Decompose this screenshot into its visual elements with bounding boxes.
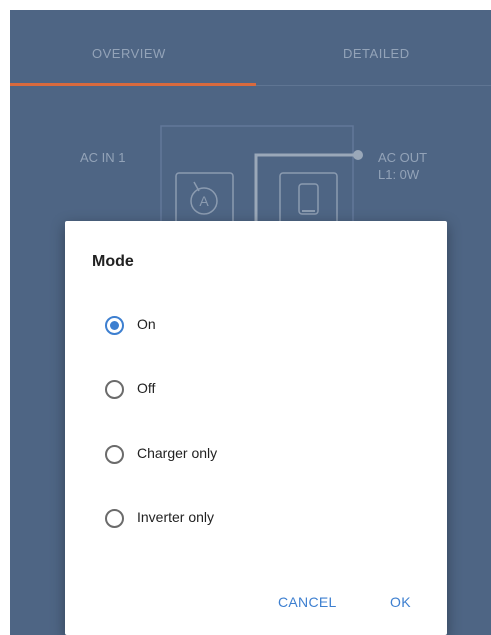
- option-label-on: On: [137, 316, 156, 332]
- ac-out-block: AC OUT L1: 0W: [378, 149, 427, 183]
- svg-text:A: A: [199, 193, 209, 209]
- dialog-title: Mode: [92, 253, 134, 270]
- option-label-off: Off: [137, 380, 156, 396]
- ac-out-value: L1: 0W: [378, 167, 420, 182]
- mode-option-inverter-only[interactable]: Inverter only: [93, 505, 393, 531]
- radio-on[interactable]: [105, 316, 124, 335]
- radio-charger-only[interactable]: [105, 445, 124, 464]
- option-label-inverter-only: Inverter only: [137, 509, 215, 525]
- mode-option-off[interactable]: Off: [93, 376, 393, 402]
- cancel-button[interactable]: CANCEL: [278, 594, 337, 610]
- radio-inverter-only[interactable]: [105, 509, 124, 528]
- ac-in-label: AC IN 1: [80, 150, 126, 165]
- ok-button[interactable]: OK: [390, 594, 411, 610]
- radio-off[interactable]: [105, 380, 124, 399]
- mode-option-charger-only[interactable]: Charger only: [93, 441, 393, 467]
- mode-option-on[interactable]: On: [93, 312, 393, 338]
- option-label-charger-only: Charger only: [137, 445, 218, 461]
- ac-out-node: [353, 150, 363, 160]
- ac-out-label: AC OUT: [378, 150, 428, 165]
- mode-dialog: Mode On Off Charger only Inverter only C…: [65, 221, 447, 635]
